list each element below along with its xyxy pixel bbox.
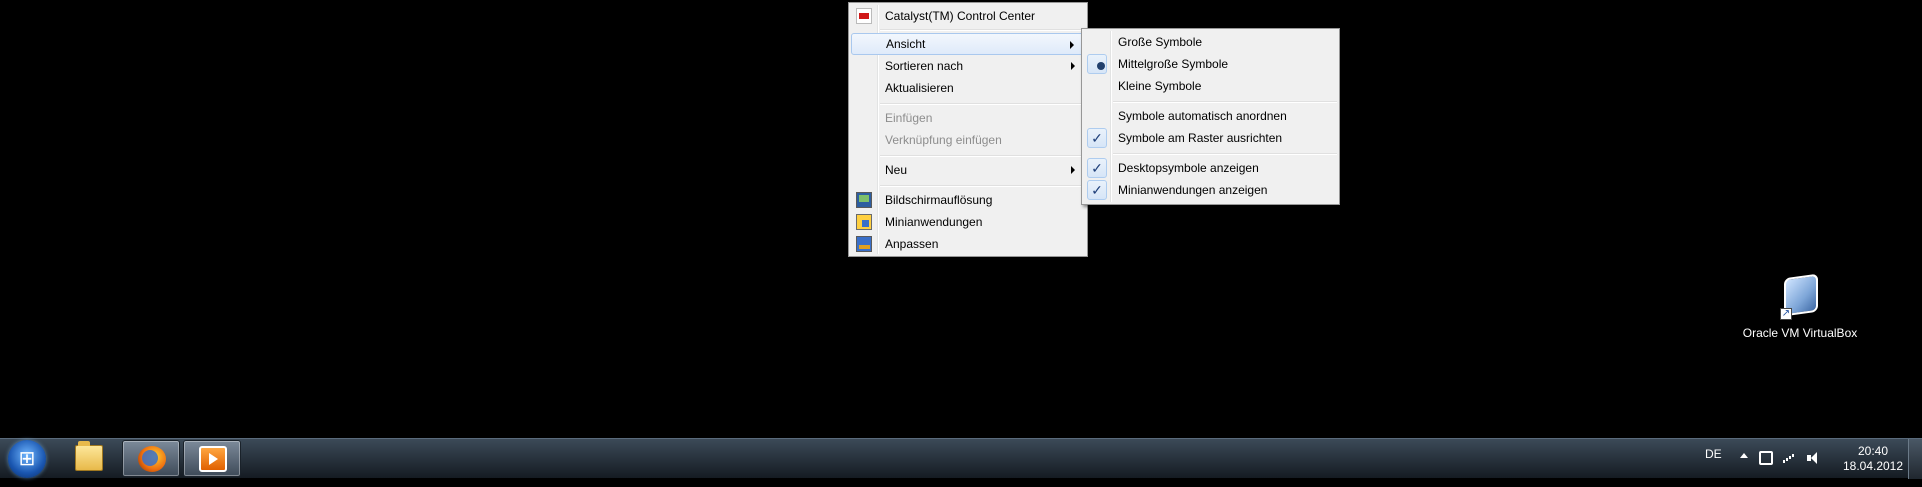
desktop-icon-label: Oracle VM VirtualBox <box>1742 326 1858 340</box>
menu-item-sort-by[interactable]: Sortieren nach <box>851 55 1085 77</box>
submenu-item-medium-icons[interactable]: Mittelgroße Symbole <box>1084 53 1337 75</box>
menu-item-label: Minianwendungen <box>885 215 983 229</box>
personalize-icon <box>856 236 872 252</box>
menu-item-label: Bildschirmauflösung <box>885 193 993 207</box>
submenu-item-small-icons[interactable]: Kleine Symbole <box>1084 75 1337 97</box>
desktop[interactable]: Catalyst(TM) Control Center Ansicht Sort… <box>0 0 1922 438</box>
checkmark-icon: ✓ <box>1087 128 1107 148</box>
menu-separator <box>880 29 1085 31</box>
radio-selected-icon <box>1087 54 1107 74</box>
menu-item-label: Neu <box>885 163 908 177</box>
show-hidden-icons-arrow-icon[interactable] <box>1740 453 1748 458</box>
taskbar-button-firefox[interactable] <box>122 440 180 477</box>
submenu-item-show-gadgets[interactable]: ✓ Minianwendungen anzeigen <box>1084 179 1337 201</box>
menu-item-screen-resolution[interactable]: Bildschirmauflösung <box>851 189 1085 211</box>
menu-separator <box>1113 101 1337 103</box>
submenu-item-auto-arrange[interactable]: Symbole automatisch anordnen <box>1084 105 1337 127</box>
submenu-arrow-icon <box>1070 41 1074 49</box>
menu-item-label: Ansicht <box>886 37 926 51</box>
menu-item-new[interactable]: Neu <box>851 159 1085 181</box>
folder-icon <box>75 441 103 471</box>
menu-item-catalyst[interactable]: Catalyst(TM) Control Center <box>851 5 1085 27</box>
menu-item-label: Mittelgroße Symbole <box>1118 57 1229 71</box>
menu-item-label: Anpassen <box>885 237 939 251</box>
language-indicator[interactable]: DE <box>1705 447 1722 487</box>
menu-item-gadgets[interactable]: Minianwendungen <box>851 211 1085 233</box>
submenu-arrow-icon <box>1071 62 1075 70</box>
display-icon <box>856 192 872 208</box>
virtualbox-icon: ↗ <box>1778 272 1822 320</box>
checkmark-icon: ✓ <box>1087 158 1107 178</box>
menu-item-label: Aktualisieren <box>885 81 954 95</box>
view-submenu: Große Symbole Mittelgroße Symbole Kleine… <box>1081 28 1340 205</box>
media-player-icon <box>199 446 227 472</box>
clock-date: 18.04.2012 <box>1842 459 1904 473</box>
submenu-item-large-icons[interactable]: Große Symbole <box>1084 31 1337 53</box>
menu-item-label: Minianwendungen anzeigen <box>1118 183 1268 197</box>
menu-item-label: Symbole am Raster ausrichten <box>1118 131 1283 145</box>
power-icon[interactable] <box>1759 451 1773 465</box>
menu-item-label: Einfügen <box>885 111 933 125</box>
menu-item-label: Sortieren nach <box>885 59 964 73</box>
menu-item-paste-shortcut: Verknüpfung einfügen <box>851 129 1085 151</box>
menu-item-label: Symbole automatisch anordnen <box>1118 109 1287 123</box>
menu-item-label: Catalyst(TM) Control Center <box>885 9 1036 23</box>
menu-item-label: Desktopsymbole anzeigen <box>1118 161 1259 175</box>
volume-icon[interactable] <box>1806 451 1820 465</box>
taskbar-button-explorer[interactable] <box>60 440 118 477</box>
firefox-icon <box>138 446 166 472</box>
gadgets-icon <box>856 214 872 230</box>
menu-item-paste: Einfügen <box>851 107 1085 129</box>
checkmark-icon: ✓ <box>1087 180 1107 200</box>
menu-separator <box>1113 153 1337 155</box>
menu-separator <box>880 155 1085 157</box>
menu-item-label: Verknüpfung einfügen <box>885 133 1002 147</box>
menu-item-label: Kleine Symbole <box>1118 79 1202 93</box>
clock-time: 20:40 <box>1857 444 1889 458</box>
menu-item-personalize[interactable]: Anpassen <box>851 233 1085 255</box>
ati-icon <box>856 8 872 24</box>
menu-separator <box>880 103 1085 105</box>
clock[interactable]: 20:40 18.04.2012 <box>1838 444 1908 484</box>
submenu-item-align-to-grid[interactable]: ✓ Symbole am Raster ausrichten <box>1084 127 1337 149</box>
show-desktop-button[interactable] <box>1908 439 1922 479</box>
desktop-context-menu: Catalyst(TM) Control Center Ansicht Sort… <box>848 2 1088 257</box>
menu-item-view[interactable]: Ansicht <box>851 33 1085 55</box>
windows-logo-icon <box>8 440 46 478</box>
menu-separator <box>880 185 1085 187</box>
start-button[interactable] <box>2 439 54 479</box>
desktop-icon-virtualbox[interactable]: ↗ Oracle VM VirtualBox <box>1735 272 1865 340</box>
taskbar: DE 20:40 18.04.2012 <box>0 438 1922 479</box>
menu-item-label: Große Symbole <box>1118 35 1203 49</box>
menu-item-refresh[interactable]: Aktualisieren <box>851 77 1085 99</box>
submenu-item-show-desktop-icons[interactable]: ✓ Desktopsymbole anzeigen <box>1084 157 1337 179</box>
submenu-arrow-icon <box>1071 166 1075 174</box>
network-icon[interactable] <box>1783 451 1797 465</box>
taskbar-button-media-player[interactable] <box>183 440 241 477</box>
shortcut-arrow-icon: ↗ <box>1780 308 1792 320</box>
